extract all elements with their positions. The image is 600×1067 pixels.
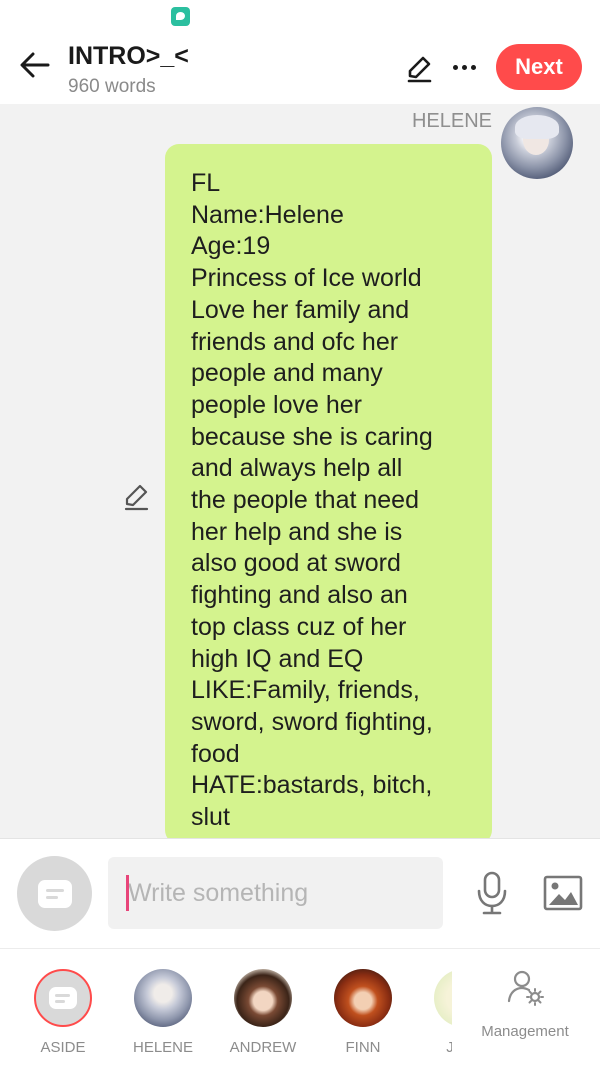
- word-count: 960 words: [68, 76, 156, 97]
- arrow-left-icon: [20, 52, 50, 78]
- character-andrew[interactable]: ANDREW: [218, 969, 308, 1059]
- image-icon: [543, 875, 583, 911]
- avatar: [234, 969, 292, 1027]
- speaker-name: HELENE: [411, 110, 492, 132]
- more-options-button[interactable]: [448, 52, 480, 82]
- microphone-icon: [477, 871, 507, 915]
- character-label: ASIDE: [40, 1039, 86, 1056]
- aside-icon: [49, 987, 77, 1009]
- management-label: Management: [481, 1023, 569, 1040]
- character-aside[interactable]: ASIDE: [18, 969, 108, 1059]
- edit-message-button[interactable]: [120, 481, 152, 513]
- character-partial[interactable]: J: [434, 969, 452, 1059]
- speaker-avatar[interactable]: [501, 107, 573, 179]
- chat-area: HELENE FL Name:Helene Age:19 Princess of…: [0, 104, 600, 838]
- message-composer: [0, 838, 600, 948]
- aside-avatar: [34, 969, 92, 1027]
- message-input[interactable]: [108, 857, 443, 929]
- back-button[interactable]: [16, 46, 54, 84]
- character-finn[interactable]: FINN: [318, 969, 408, 1059]
- user-gear-icon: [505, 967, 545, 1007]
- voice-button[interactable]: [472, 869, 512, 917]
- character-bar: ASIDE HELENE ANDREW FINN J Management: [0, 948, 600, 1067]
- next-button[interactable]: Next: [496, 44, 582, 90]
- pencil-icon: [124, 484, 149, 511]
- edit-title-button[interactable]: [402, 52, 436, 86]
- text-caret: [126, 875, 129, 911]
- aside-toggle-button[interactable]: [17, 856, 92, 931]
- more-horizontal-icon: [452, 64, 458, 70]
- message-bubble[interactable]: FL Name:Helene Age:19 Princess of Ice wo…: [165, 144, 492, 838]
- avatar: [434, 969, 452, 1027]
- aside-icon: [37, 879, 72, 908]
- image-button[interactable]: [541, 871, 585, 915]
- avatar: [134, 969, 192, 1027]
- avatar: [334, 969, 392, 1027]
- character-label: HELENE: [132, 1039, 194, 1056]
- pencil-icon: [407, 56, 432, 83]
- status-bar: [0, 0, 600, 32]
- character-helene[interactable]: HELENE: [118, 969, 208, 1059]
- top-app-bar: INTRO>_< 960 words Next: [0, 32, 600, 104]
- story-title: INTRO>_<: [68, 42, 189, 70]
- character-label: J: [446, 1039, 452, 1056]
- character-label: FINN: [345, 1039, 381, 1056]
- character-label: ANDREW: [229, 1039, 297, 1056]
- management-button[interactable]: Management: [470, 967, 580, 1057]
- notification-icon: [171, 7, 190, 26]
